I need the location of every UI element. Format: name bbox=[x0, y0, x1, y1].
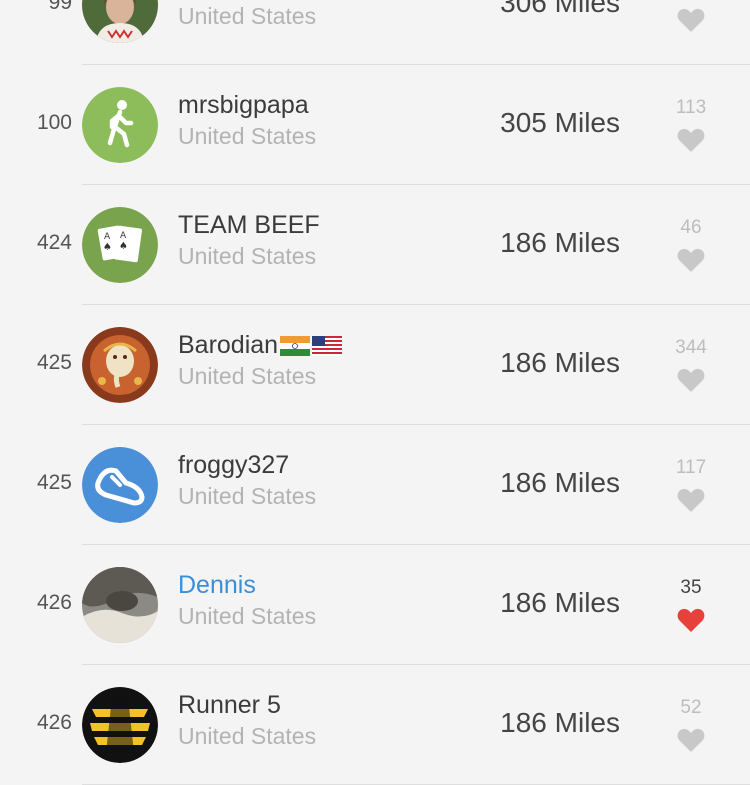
user-name[interactable]: TEAM BEEF bbox=[178, 211, 320, 240]
user-country: United States bbox=[178, 3, 317, 29]
walking-person-icon[interactable] bbox=[82, 87, 158, 163]
heart-icon[interactable] bbox=[677, 367, 705, 393]
user-name[interactable]: froggy327 bbox=[178, 451, 289, 480]
like-count: 117 bbox=[675, 457, 707, 478]
rank-number: 426 bbox=[36, 711, 72, 734]
heart-icon[interactable] bbox=[677, 487, 705, 513]
user-country: United States bbox=[178, 123, 317, 149]
india-flag-icon bbox=[280, 336, 311, 357]
rank-number: 425 bbox=[36, 351, 72, 374]
distance: 186 Miles bbox=[500, 227, 620, 258]
distance: 186 Miles bbox=[500, 587, 620, 618]
rank-number: 425 bbox=[36, 471, 72, 494]
heart-icon[interactable] bbox=[677, 247, 705, 273]
shoe-icon[interactable] bbox=[82, 447, 158, 523]
distance: 186 Miles bbox=[500, 707, 620, 738]
like-count: 113 bbox=[675, 97, 707, 118]
rank-number: 100 bbox=[36, 111, 72, 134]
user-name[interactable]: mrsbigpapa bbox=[178, 91, 309, 120]
avatar[interactable] bbox=[82, 567, 158, 643]
leaderboard-row[interactable]: 99 United States 306 Miles bbox=[0, 0, 750, 65]
user-country: United States bbox=[178, 243, 317, 269]
us-flag-icon bbox=[312, 336, 343, 357]
distance: 305 Miles bbox=[500, 107, 620, 138]
svg-text:♠: ♠ bbox=[119, 241, 128, 252]
user-country: United States bbox=[178, 363, 317, 389]
user-country: United States bbox=[178, 723, 317, 749]
heart-icon[interactable] bbox=[677, 727, 705, 753]
user-name[interactable]: Runner 5 bbox=[178, 691, 281, 720]
distance: 306 Miles bbox=[500, 0, 620, 18]
leaderboard-row-current-user[interactable]: 426 Dennis United States 186 Miles 35 bbox=[0, 545, 750, 665]
rank-number: 424 bbox=[36, 231, 72, 254]
distance: 186 Miles bbox=[500, 467, 620, 498]
svg-text:♠: ♠ bbox=[103, 242, 112, 253]
heart-icon-liked[interactable] bbox=[677, 607, 705, 633]
leaderboard-list: 99 United States 306 Miles 100 mrsbigpap… bbox=[0, 0, 750, 785]
user-country: United States bbox=[178, 483, 317, 509]
distance: 186 Miles bbox=[500, 347, 620, 378]
leaderboard-row[interactable]: 425 Barodian United States 186 Miles 344 bbox=[0, 305, 750, 425]
avatar[interactable] bbox=[82, 0, 158, 43]
user-country: United States bbox=[178, 603, 317, 629]
avatar[interactable] bbox=[82, 687, 158, 763]
like-count: 52 bbox=[680, 697, 702, 718]
svg-text:A: A bbox=[120, 231, 127, 241]
like-count: 344 bbox=[675, 337, 707, 358]
svg-text:A: A bbox=[104, 232, 111, 242]
user-name-text: Barodian bbox=[178, 331, 279, 359]
rank-number: 99 bbox=[48, 0, 72, 14]
leaderboard-row[interactable]: 424 A A ♠ ♠ TEAM BEEF United States 186 … bbox=[0, 185, 750, 305]
like-count: 35 bbox=[680, 577, 702, 598]
leaderboard-row[interactable]: 425 froggy327 United States 186 Miles 11… bbox=[0, 425, 750, 545]
heart-icon[interactable] bbox=[677, 127, 705, 153]
leaderboard-row[interactable]: 100 mrsbigpapa United States 305 Miles 1… bbox=[0, 65, 750, 185]
rank-number: 426 bbox=[36, 591, 72, 614]
heart-icon[interactable] bbox=[677, 7, 705, 33]
playing-cards-icon[interactable]: A A ♠ ♠ bbox=[82, 207, 158, 283]
leaderboard-row[interactable]: 426 Runner 5 United States 186 Miles 52 bbox=[0, 665, 750, 785]
user-name[interactable]: Barodian bbox=[178, 331, 343, 360]
avatar[interactable] bbox=[82, 327, 158, 403]
user-name[interactable]: Dennis bbox=[178, 571, 256, 600]
like-count: 46 bbox=[680, 217, 702, 238]
